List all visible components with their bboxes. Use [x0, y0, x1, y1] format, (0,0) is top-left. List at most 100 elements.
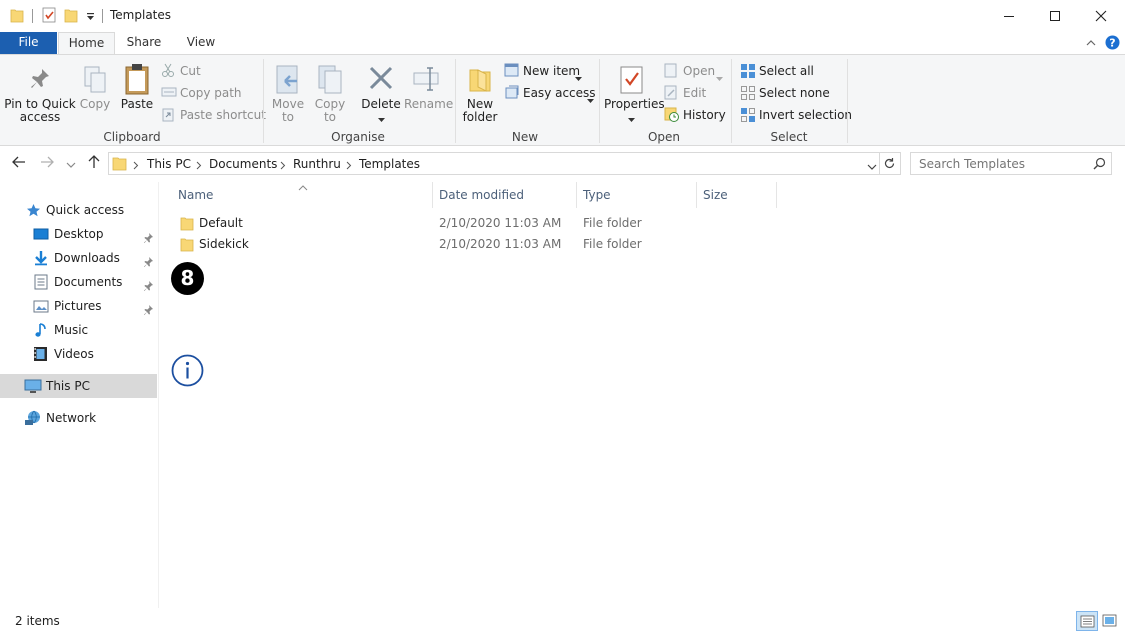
nav-network[interactable]: Network [0, 406, 157, 430]
column-header-date-modified[interactable]: Date modified [433, 182, 576, 208]
rename-label: Rename [404, 97, 454, 111]
rename-icon [412, 65, 440, 96]
invert-selection-label: Invert selection [759, 108, 853, 122]
select-all-label: Select all [759, 64, 814, 78]
close-button[interactable] [1078, 0, 1124, 32]
copy-button[interactable]: Copy [78, 61, 112, 127]
nav-quick-access[interactable]: Quick access [0, 198, 157, 222]
column-header-size[interactable]: Size [697, 182, 776, 208]
delete-button[interactable]: Delete [360, 61, 402, 127]
minimize-button[interactable] [986, 0, 1032, 32]
new-folder-icon [468, 65, 492, 96]
select-all-icon [740, 63, 756, 85]
clipboard-group-label: Clipboard [103, 130, 161, 144]
new-group-label: New [511, 130, 539, 144]
details-view-button[interactable] [1076, 611, 1098, 631]
step-number-badge: 8 [171, 262, 204, 295]
pin-label-line2: access [19, 110, 61, 124]
table-row[interactable]: Default 2/10/2020 11:03 AM File folder [174, 213, 774, 234]
breadcrumb-this-pc[interactable]: This PC [147, 157, 191, 171]
open-dropdown-icon [716, 68, 723, 88]
folder-icon [10, 8, 24, 26]
properties-button[interactable]: Properties [604, 61, 665, 127]
nav-item-label: Pictures [54, 299, 102, 313]
large-icons-view-button[interactable] [1099, 611, 1121, 631]
address-dropdown-icon[interactable] [867, 160, 877, 174]
tab-share[interactable]: Share [118, 32, 170, 54]
minimize-ribbon-icon[interactable] [1086, 37, 1096, 51]
tab-home[interactable]: Home [58, 32, 115, 55]
file-date-modified: 2/10/2020 11:03 AM [439, 216, 562, 230]
select-group-label: Select [770, 130, 808, 144]
nav-item-pictures[interactable]: Pictures [0, 294, 157, 318]
info-icon [171, 354, 204, 387]
copy-to-button[interactable]: Copy to [310, 61, 350, 127]
edit-icon [664, 85, 678, 106]
open-group-label: Open [647, 130, 681, 144]
breadcrumb-documents[interactable]: Documents [209, 157, 277, 171]
refresh-button[interactable] [879, 152, 901, 175]
history-icon [664, 107, 680, 128]
new-folder-button[interactable]: New folder [460, 61, 500, 127]
recent-locations-chevron-icon[interactable] [66, 158, 84, 176]
delete-dropdown-icon [378, 113, 385, 126]
customize-toolbar-dropdown-icon[interactable] [86, 11, 95, 25]
properties-label: Properties [604, 97, 665, 111]
file-date-modified: 2/10/2020 11:03 AM [439, 237, 562, 251]
properties-icon [619, 63, 645, 98]
move-to-button[interactable]: Move to [268, 61, 308, 127]
file-type: File folder [583, 237, 642, 251]
file-name: Sidekick [199, 237, 249, 251]
file-list: Name Date modified Type Size Default 2/1… [160, 182, 1125, 608]
breadcrumb-runthru[interactable]: Runthru [293, 157, 341, 171]
nav-this-pc[interactable]: This PC [0, 374, 157, 398]
tab-view[interactable]: View [176, 32, 226, 54]
properties-quick-icon[interactable] [42, 7, 57, 26]
copy-path-label: Copy path [180, 86, 242, 100]
breadcrumb-separator-icon [196, 159, 202, 173]
nav-item-downloads[interactable]: Downloads [0, 246, 157, 270]
copy-path-icon [161, 85, 177, 105]
copy-label: Copy [79, 97, 111, 111]
pin-to-quick-access-button[interactable]: Pin to Quick access [4, 61, 76, 127]
status-bar: 2 items [0, 608, 1125, 634]
delete-label: Delete [361, 97, 401, 111]
address-bar[interactable]: This PC Documents Runthru Templates [108, 152, 880, 175]
paste-button[interactable]: Paste [118, 61, 156, 127]
column-header-name[interactable]: Name [172, 182, 432, 208]
nav-item-documents[interactable]: Documents [0, 270, 157, 294]
title-bar: Templates [0, 0, 1125, 32]
up-arrow-icon[interactable] [86, 154, 104, 172]
maximize-button[interactable] [1032, 0, 1078, 32]
network-icon [24, 410, 42, 434]
open-icon [664, 63, 678, 84]
search-box[interactable] [910, 152, 1112, 175]
nav-item-videos[interactable]: Videos [0, 342, 157, 366]
table-row[interactable]: Sidekick 2/10/2020 11:03 AM File folder [174, 234, 774, 255]
select-none-label: Select none [759, 86, 830, 100]
nav-item-label: Music [54, 323, 89, 337]
maximize-icon [1050, 11, 1060, 21]
easy-access-dropdown-icon [587, 90, 594, 110]
tab-file[interactable]: File [0, 32, 57, 54]
search-input[interactable] [911, 153, 1091, 174]
close-icon [1095, 10, 1107, 22]
breadcrumb-templates[interactable]: Templates [359, 157, 420, 171]
large-icons-view-icon [1102, 614, 1117, 630]
forward-arrow-icon[interactable] [39, 154, 57, 172]
rename-button[interactable]: Rename [404, 61, 454, 127]
nav-item-desktop[interactable]: Desktop [0, 222, 157, 246]
nav-item-music[interactable]: Music [0, 318, 157, 342]
column-header-type[interactable]: Type [577, 182, 696, 208]
help-icon[interactable]: ? [1105, 35, 1120, 53]
nav-quick-access-label: Quick access [46, 203, 125, 217]
breadcrumb-separator-icon [133, 159, 139, 173]
properties-dropdown-icon [628, 113, 635, 126]
window-title: Templates [110, 8, 172, 22]
organise-group-label: Organise [331, 130, 385, 144]
nav-item-label: Videos [54, 347, 94, 361]
select-none-icon [740, 85, 756, 107]
back-arrow-icon[interactable] [11, 154, 29, 172]
paste-label: Paste [120, 97, 154, 111]
new-folder-quick-icon[interactable] [64, 8, 78, 26]
